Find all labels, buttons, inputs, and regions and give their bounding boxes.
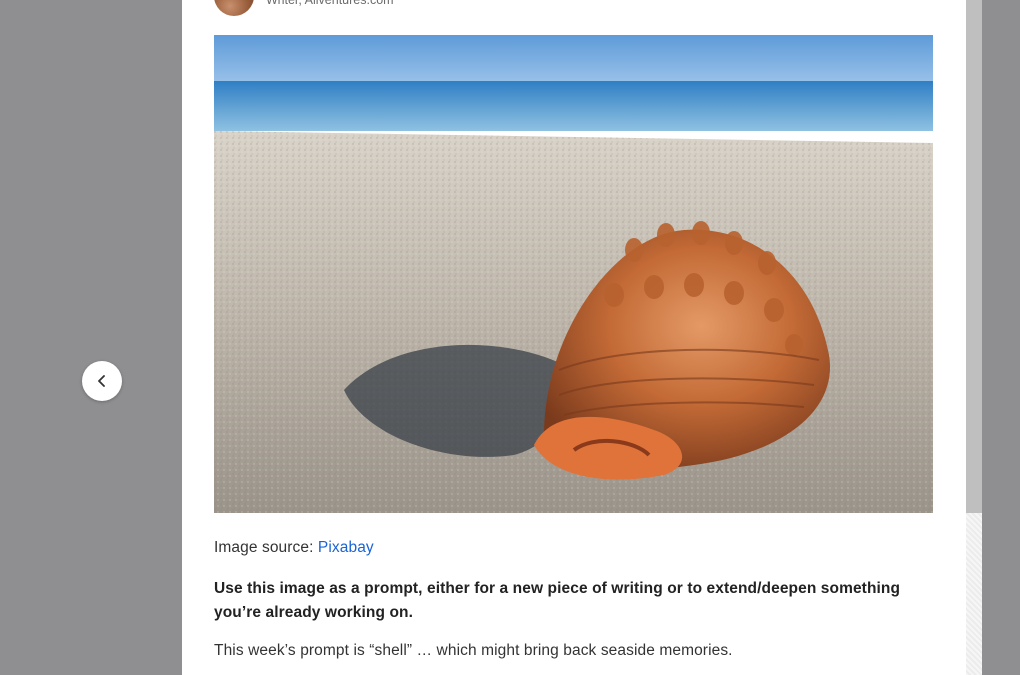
caption-label: Image source: [214, 539, 318, 556]
avatar [214, 0, 254, 16]
chevron-left-icon [98, 375, 105, 387]
intro-text: Use this image as a prompt, either for a… [214, 580, 901, 621]
body-text: This week’s prompt is “shell” … which mi… [214, 642, 733, 659]
author-header: Writer, Aliventures.com [214, 0, 394, 16]
hero-image [214, 35, 933, 513]
scrollbar-track[interactable] [966, 0, 982, 675]
pixabay-link[interactable]: Pixabay [318, 539, 374, 556]
article-panel: Writer, Aliventures.com Image source: Pi… [182, 0, 966, 675]
author-role: Writer, Aliventures.com [266, 0, 394, 7]
previous-button[interactable] [82, 361, 122, 401]
image-caption: Image source: Pixabay [214, 539, 933, 557]
scrollbar-thumb[interactable] [966, 0, 982, 513]
